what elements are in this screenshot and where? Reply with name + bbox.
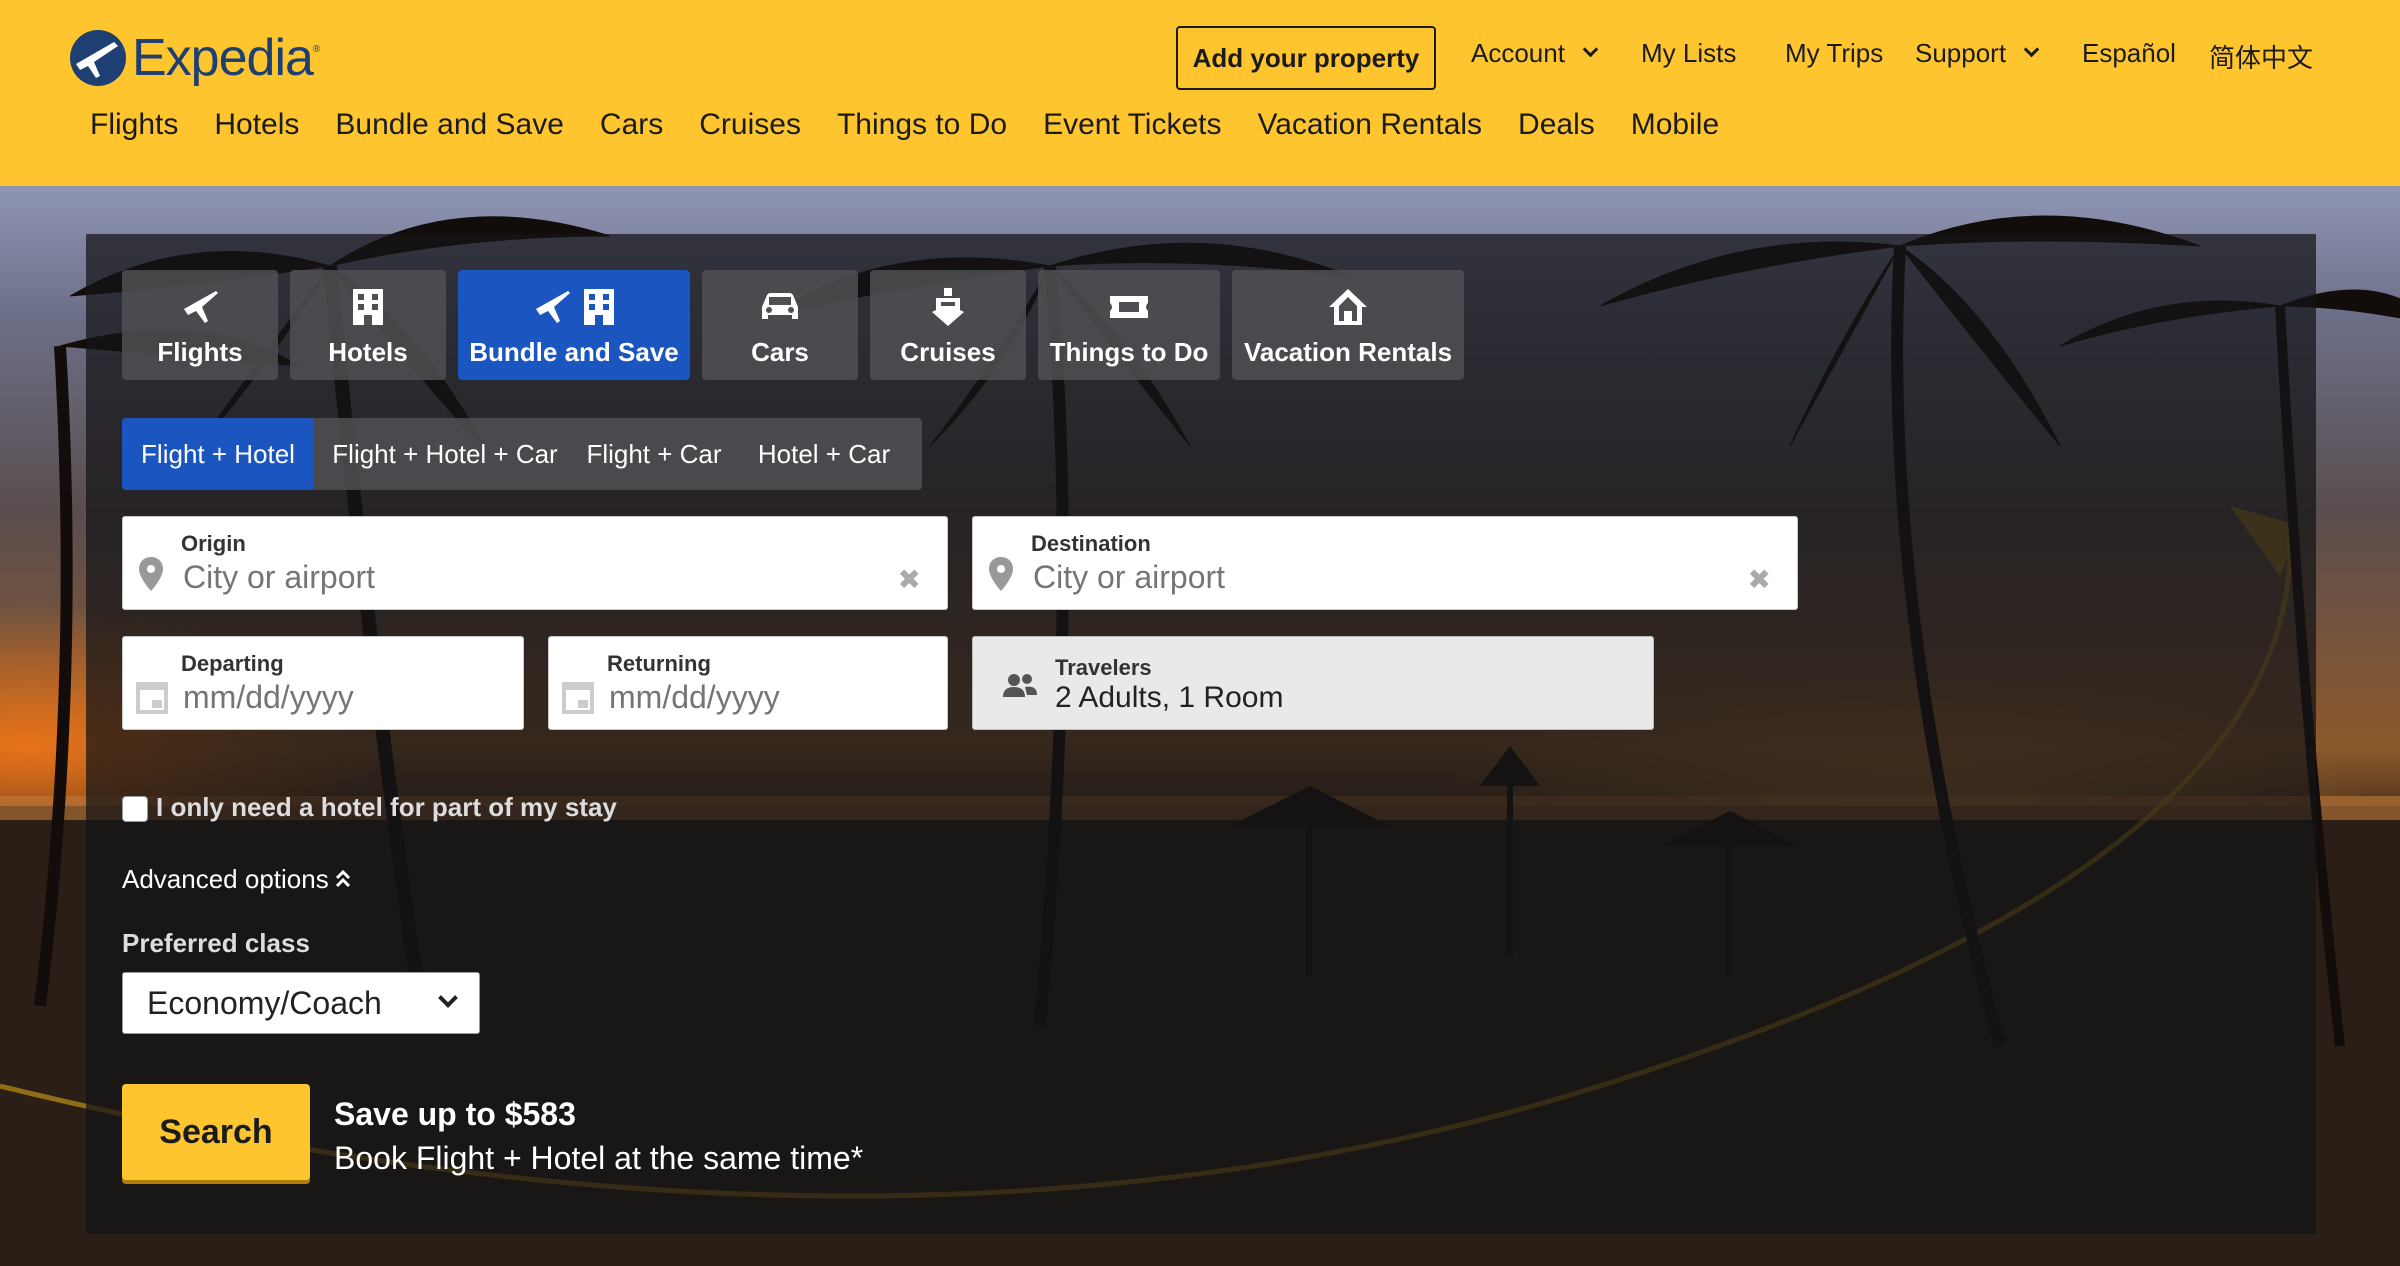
returning-field[interactable]: Returning xyxy=(548,636,948,730)
search-panel xyxy=(86,234,2316,1234)
origin-field[interactable]: Origin ✖ xyxy=(122,516,948,610)
departing-label: Departing xyxy=(181,651,284,676)
partial-stay-checkbox[interactable] xyxy=(122,796,148,822)
chevron-down-icon xyxy=(1582,41,1599,58)
car-icon xyxy=(758,285,802,329)
nav-cars[interactable]: Cars xyxy=(600,108,663,142)
origin-input[interactable] xyxy=(183,559,678,596)
tab-label: Flights xyxy=(157,337,243,367)
preferred-class-select[interactable]: Economy/Coach xyxy=(122,972,480,1034)
bundle-sub-tabs: Flight + Hotel Flight + Hotel + Car Flig… xyxy=(122,418,922,490)
tab-label: Vacation Rentals xyxy=(1243,337,1453,367)
brand-name: Expedia xyxy=(132,29,314,87)
nav-bundle-and-save[interactable]: Bundle and Save xyxy=(335,108,564,142)
tab-label: Cruises xyxy=(900,337,996,367)
registered-mark: ® xyxy=(312,43,321,55)
account-label: Account xyxy=(1471,38,1565,68)
close-icon[interactable]: ✖ xyxy=(1748,563,1771,596)
nav-cruises[interactable]: Cruises xyxy=(699,108,801,142)
calendar-icon xyxy=(135,681,169,720)
plane-building-icon xyxy=(532,285,616,329)
partial-stay-label[interactable]: I only need a hotel for part of my stay xyxy=(156,792,617,823)
travelers-label: Travelers xyxy=(1055,655,1152,680)
account-menu[interactable]: Account xyxy=(1471,38,1599,69)
chevron-down-icon xyxy=(2023,41,2040,58)
subtab-hotel-car[interactable]: Hotel + Car xyxy=(740,418,908,490)
map-pin-icon xyxy=(139,557,163,596)
nav-vacation-rentals[interactable]: Vacation Rentals xyxy=(1257,108,1482,142)
nav-flights[interactable]: Flights xyxy=(90,108,178,142)
subtab-flight-hotel-car[interactable]: Flight + Hotel + Car xyxy=(322,418,568,490)
main-navigation: Flights Hotels Bundle and Save Cars Crui… xyxy=(90,108,1719,142)
chevron-down-icon xyxy=(438,988,458,1008)
map-pin-icon xyxy=(989,557,1013,596)
ticket-icon xyxy=(1108,285,1150,329)
returning-label: Returning xyxy=(607,651,711,676)
nav-mobile[interactable]: Mobile xyxy=(1631,108,1719,142)
support-label: Support xyxy=(1915,38,2007,68)
preferred-class-label: Preferred class xyxy=(122,928,310,958)
search-button[interactable]: Search xyxy=(122,1084,310,1180)
nav-things-to-do[interactable]: Things to Do xyxy=(837,108,1007,142)
tab-cars[interactable]: Cars xyxy=(702,270,858,380)
travelers-picker[interactable]: Travelers 2 Adults, 1 Room xyxy=(972,636,1654,730)
language-chinese-link[interactable]: 简体中文 xyxy=(2209,38,2313,75)
plane-icon xyxy=(180,285,220,329)
nav-deals[interactable]: Deals xyxy=(1518,108,1595,142)
people-icon xyxy=(1003,673,1037,704)
tab-label: Bundle and Save xyxy=(469,337,679,367)
nav-event-tickets[interactable]: Event Tickets xyxy=(1043,108,1221,142)
my-lists-link[interactable]: My Lists xyxy=(1641,38,1736,69)
tab-vacation-rentals[interactable]: Vacation Rentals xyxy=(1232,270,1464,380)
building-icon xyxy=(351,285,385,329)
advanced-options-label: Advanced options xyxy=(122,864,329,894)
departing-input[interactable] xyxy=(183,679,483,716)
destination-label: Destination xyxy=(1031,531,1151,556)
returning-input[interactable] xyxy=(609,679,909,716)
support-menu[interactable]: Support xyxy=(1915,38,2040,69)
tab-hotels[interactable]: Hotels xyxy=(290,270,446,380)
ship-icon xyxy=(930,285,966,329)
subtab-flight-car[interactable]: Flight + Car xyxy=(570,418,738,490)
expedia-logo[interactable]: Expedia ® xyxy=(70,24,320,92)
promo-subtitle: Book Flight + Hotel at the same time* xyxy=(334,1140,864,1176)
globe-plane-icon xyxy=(70,30,126,86)
calendar-icon xyxy=(561,681,595,720)
tab-flights[interactable]: Flights xyxy=(122,270,278,380)
tab-cruises[interactable]: Cruises xyxy=(870,270,1026,380)
tab-label: Cars xyxy=(751,337,809,367)
advanced-options-toggle[interactable]: Advanced options xyxy=(122,864,351,895)
destination-input[interactable] xyxy=(1033,559,1528,596)
subtab-flight-hotel[interactable]: Flight + Hotel xyxy=(122,418,314,490)
nav-hotels[interactable]: Hotels xyxy=(214,108,299,142)
tab-label: Things to Do xyxy=(1049,337,1209,367)
tab-label: Hotels xyxy=(328,337,408,367)
travelers-value: 2 Adults, 1 Room xyxy=(1055,681,1284,714)
add-property-button[interactable]: Add your property xyxy=(1176,26,1436,90)
destination-field[interactable]: Destination ✖ xyxy=(972,516,1798,610)
my-trips-link[interactable]: My Trips xyxy=(1785,38,1883,69)
origin-label: Origin xyxy=(181,531,246,556)
house-icon xyxy=(1327,285,1369,329)
tab-things-to-do[interactable]: Things to Do xyxy=(1038,270,1220,380)
tab-bundle-and-save[interactable]: Bundle and Save xyxy=(458,270,690,380)
close-icon[interactable]: ✖ xyxy=(898,563,921,596)
promo-title: Save up to $583 xyxy=(334,1096,576,1132)
preferred-class-value: Economy/Coach xyxy=(147,984,382,1021)
site-header: Expedia ® Add your property Account My Li… xyxy=(0,0,2400,186)
departing-field[interactable]: Departing xyxy=(122,636,524,730)
chevron-up-icon xyxy=(335,864,351,895)
language-espanol-link[interactable]: Español xyxy=(2082,38,2176,69)
